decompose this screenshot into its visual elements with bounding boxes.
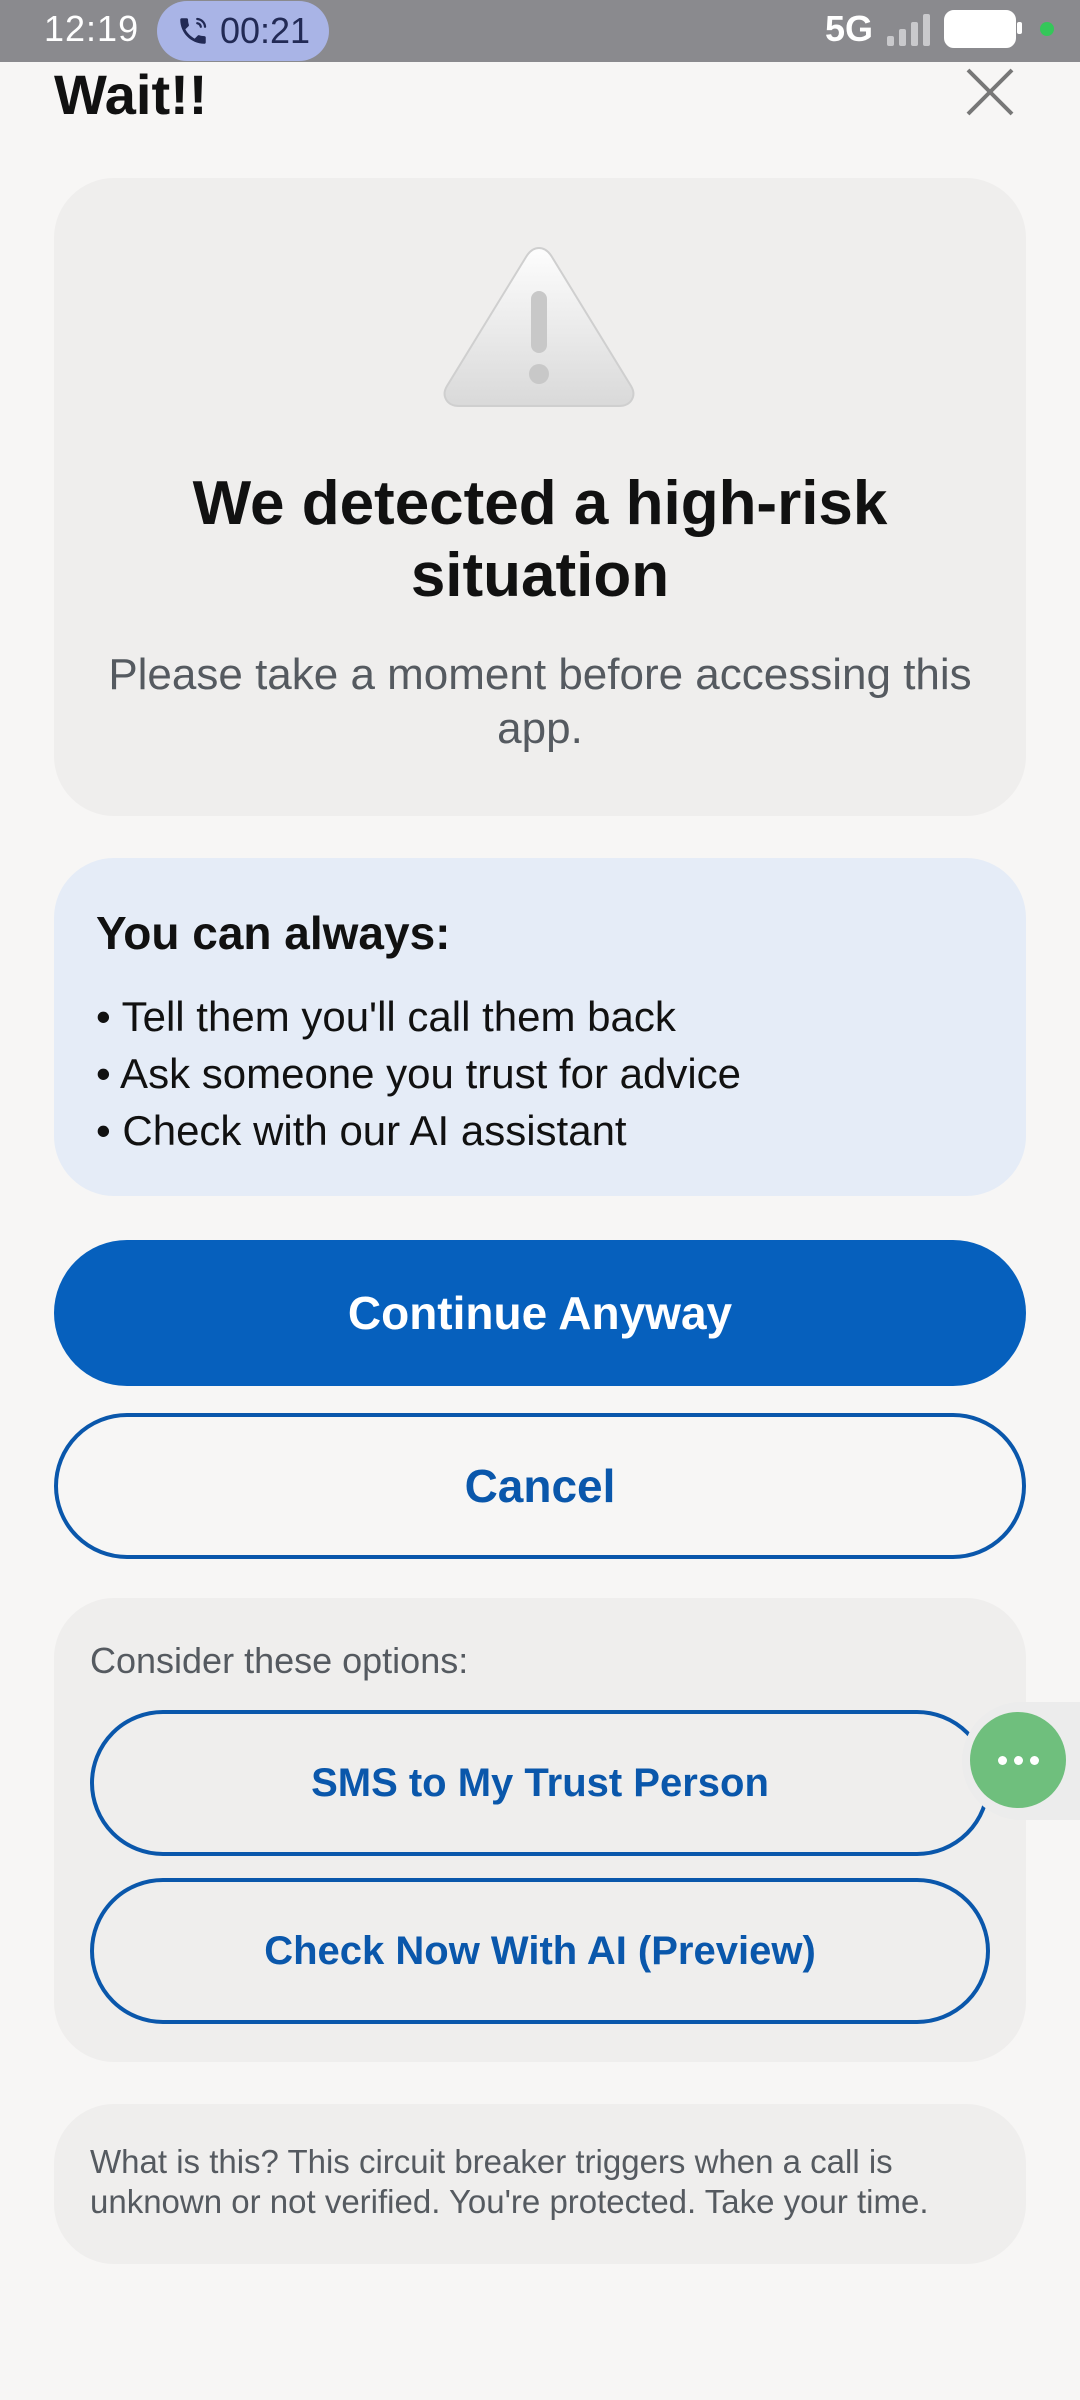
advice-title: You can always: — [96, 907, 451, 959]
phone-call-icon — [180, 17, 207, 44]
sms-trust-person-button[interactable]: SMS to My Trust Person — [90, 1710, 990, 1856]
advice-list: • Tell them you'll call them back • Ask … — [96, 988, 741, 1159]
check-with-ai-button[interactable]: Check Now With AI (Preview) — [90, 1878, 990, 2024]
status-time: 12:19 — [44, 8, 140, 49]
network-type: 5G — [824, 8, 873, 49]
continue-anyway-button[interactable]: Continue Anyway — [54, 1240, 1026, 1386]
status-bar: 12:19 00:21 5G — [0, 0, 1080, 62]
info-text: What is this? This circuit breaker trigg… — [90, 2143, 929, 2220]
warning-triangle-icon — [443, 246, 635, 407]
advice-item: • Ask someone you trust for advice — [96, 1050, 742, 1097]
advice-item: • Tell them you'll call them back — [96, 993, 676, 1040]
options-card: Consider these options: SMS to My Trust … — [54, 1598, 1026, 2062]
cancel-button[interactable]: Cancel — [54, 1413, 1026, 1559]
floating-assistant-tab[interactable] — [962, 1702, 1080, 1820]
battery-icon — [944, 10, 1022, 48]
advice-item: • Check with our AI assistant — [96, 1107, 627, 1154]
ongoing-call-pill[interactable]: 00:21 — [157, 1, 329, 61]
info-card: What is this? This circuit breaker trigg… — [54, 2104, 1026, 2264]
signal-bars-icon — [887, 12, 930, 46]
page-title: Wait!! — [54, 63, 208, 126]
more-dots-icon[interactable] — [970, 1712, 1066, 1808]
call-duration: 00:21 — [219, 10, 311, 51]
close-icon[interactable] — [960, 62, 1020, 122]
advice-card: You can always: • Tell them you'll call … — [54, 858, 1026, 1196]
risk-warning-card: We detected a high-risk situation Please… — [54, 178, 1026, 816]
risk-heading: We detected a high-risk situation — [192, 469, 888, 610]
options-label: Consider these options: — [90, 1640, 469, 1681]
privacy-indicator-dot — [1040, 22, 1054, 36]
risk-subtext: Please take a moment before accessing th… — [108, 650, 972, 753]
